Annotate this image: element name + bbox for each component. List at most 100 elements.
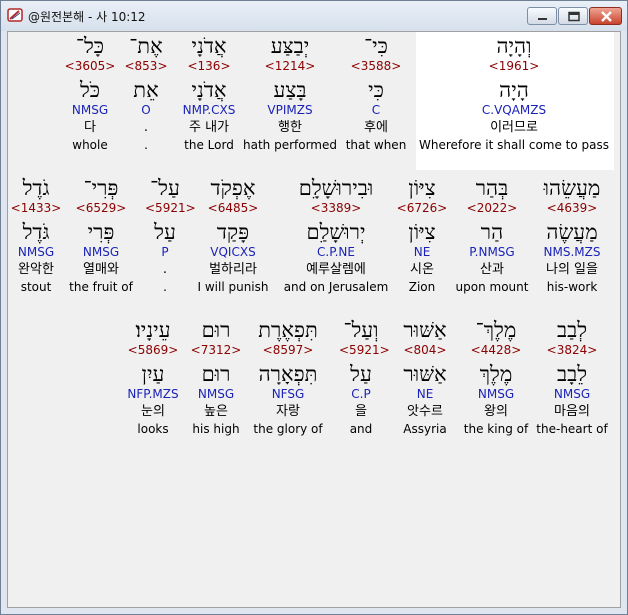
word-cell[interactable]: בְּהַר <2022> הַר P.NMSG 산과 upon mount	[455, 176, 529, 296]
lemma: רוּם	[201, 362, 231, 386]
strong-number: <136>	[187, 59, 231, 73]
interlinear-panel[interactable]: וְהָיָה <1961> הָיָה C.VQAMZS 이러므로 Wherefore …	[7, 31, 621, 608]
lemma: צִיּוֹן	[408, 220, 436, 244]
word-cell[interactable]: אֶת־ <853> אֵת O..	[124, 34, 168, 154]
english-gloss: Assyria	[403, 422, 447, 436]
morphology-code: NFP.MZS	[127, 387, 179, 401]
lemma: הָיָה	[499, 78, 529, 102]
word-cell[interactable]: וְהָיָה <1961> הָיָה C.VQAMZS 이러므로 Wherefore …	[416, 34, 612, 154]
word-cell[interactable]: רוּם <7312> רוּם NMSG 높은 his high	[187, 318, 245, 438]
english-gloss: his high	[192, 422, 240, 436]
lemma: תִּפְאָרָה	[258, 362, 318, 386]
morphology-code: C	[371, 103, 381, 117]
strong-number: <1433>	[10, 201, 62, 215]
strong-number: <7312>	[190, 343, 242, 357]
lemma: בָּצַע	[273, 78, 307, 102]
korean-gloss: 자랑	[276, 404, 300, 419]
hebrew-word: אַשּׁוּר	[403, 318, 447, 342]
hebrew-word: עֵינָיו׃	[135, 318, 171, 342]
korean-gloss: .	[162, 262, 168, 277]
word-cell[interactable]: כִּי־ <3588> כִּי C 후에 that when	[341, 34, 411, 154]
korean-gloss: 이러므로	[490, 120, 538, 135]
hebrew-word: לְבַב	[556, 318, 588, 342]
word-cell[interactable]: וְעַל־ <5921> עַל C.P 을 and	[339, 318, 390, 438]
word-cell[interactable]: גֹדֶל <1433> גֹּדֶל NMSG 완악한 stout	[9, 176, 63, 296]
strong-number: <3824>	[546, 343, 598, 357]
title-bar[interactable]: @원전본해 - 사 10:12	[1, 1, 627, 31]
lemma: עַיִן	[141, 362, 165, 386]
morphology-code: C.P.NE	[317, 245, 355, 259]
morphology-code: O	[141, 103, 151, 117]
english-gloss: upon mount	[455, 280, 529, 294]
morphology-code: NMSG	[82, 245, 120, 259]
word-cell[interactable]: תִּפְאֶרֶת <8597> תִּפְאָרָה NFSG 자랑 the glor…	[251, 318, 325, 438]
word-cell[interactable]: כָּל־ <3605> כֹּל NMSG 다 whole	[60, 34, 120, 154]
hebrew-word: עַל־	[150, 176, 180, 200]
korean-gloss: 후에	[364, 120, 388, 135]
word-cell[interactable]: עַל־ <5921> עַל P..	[145, 176, 196, 296]
morphology-code: NFSG	[271, 387, 305, 401]
hebrew-word: מֶלֶךְ־	[475, 318, 517, 342]
word-cell[interactable]: עֵינָיו׃ <5869> עַיִן NFP.MZS 눈의 looks	[120, 318, 186, 438]
lemma: כִּי	[368, 78, 384, 102]
hebrew-word: בְּהַר	[475, 176, 509, 200]
morphology-code: P	[161, 245, 169, 259]
hebrew-word: וְעַל־	[343, 318, 379, 342]
word-cell[interactable]: וּבִירוּשָׁלִָם <3389> יְרוּשָׁלִַם C.P.NE 예…	[281, 176, 391, 296]
close-button[interactable]	[589, 7, 622, 25]
hebrew-word: כָּל־	[75, 34, 105, 58]
hebrew-word: אֶפְקֹד	[210, 176, 256, 200]
lemma: גֹּדֶל	[22, 220, 50, 244]
word-cell[interactable]: יְבַצַּע <1214> בָּצַע VPIMZS 행한 hath perform…	[240, 34, 340, 154]
word-cell[interactable]: לְבַב <3824> לֵבָב NMSG 마음의 the-heart of	[534, 318, 610, 438]
word-cell[interactable]: אֲדֹנָי <136> אֲדֹנָי NMP.CXS 주 내가 the Lord	[169, 34, 249, 154]
korean-gloss: 벌하리라	[209, 262, 257, 277]
korean-gloss: 시온	[410, 262, 434, 277]
korean-gloss: 예루살렘에	[306, 262, 366, 277]
lemma: הַר	[480, 220, 504, 244]
english-gloss: the king of	[463, 422, 529, 436]
morphology-code: VPIMZS	[267, 103, 313, 117]
korean-gloss: 다	[84, 120, 96, 135]
maximize-button[interactable]	[558, 7, 588, 25]
app-window: @원전본해 - 사 10:12 וְהָיָה <1961> הָיָה C.VQAM…	[0, 0, 628, 615]
english-gloss: stout	[20, 280, 52, 294]
word-cell[interactable]: מֶלֶךְ־ <4428> מֶלֶךְ NMSG 왕의 the king of	[461, 318, 531, 438]
strong-number: <5921>	[339, 343, 390, 357]
morphology-code: C.P	[351, 387, 371, 401]
korean-gloss: 열매와	[83, 262, 119, 277]
hebrew-word: מַעֲשֵׂהוּ	[543, 176, 601, 200]
english-gloss: the Lord	[184, 138, 234, 152]
hebrew-word: פְּרִי־	[83, 176, 119, 200]
hebrew-word: רוּם	[201, 318, 231, 342]
korean-gloss: 행한	[278, 120, 302, 135]
korean-gloss: 나의 일을	[546, 262, 598, 277]
strong-number: <6529>	[75, 201, 127, 215]
english-gloss: the-heart of	[536, 422, 608, 436]
english-gloss: Zion	[408, 280, 436, 294]
word-cell[interactable]: צִיּוֹן <6726> צִיּוֹן NE 시온 Zion	[396, 176, 448, 296]
word-cell[interactable]: פְּרִי־ <6529> פְּרִי NMSG 열매와 the fruit of	[68, 176, 134, 296]
hebrew-word: וְהָיָה	[496, 34, 532, 58]
morphology-code: NMSG	[553, 387, 591, 401]
lemma: לֵבָב	[556, 362, 588, 386]
english-gloss: and	[349, 422, 373, 436]
korean-gloss: 산과	[480, 262, 504, 277]
strong-number: <4428>	[470, 343, 522, 357]
strong-number: <4639>	[546, 201, 598, 215]
strong-number: <3389>	[310, 201, 362, 215]
lemma: פָּקַד	[216, 220, 250, 244]
strong-number: <804>	[403, 343, 447, 357]
morphology-code: NMP.CXS	[182, 103, 236, 117]
korean-gloss: 앗수르	[407, 404, 443, 419]
english-gloss: looks	[137, 422, 169, 436]
word-cell[interactable]: אַשּׁוּר <804> אַשּׁוּר NE 앗수르 Assyria	[397, 318, 453, 438]
english-gloss: I will punish	[197, 280, 269, 294]
strong-number: <3588>	[350, 59, 402, 73]
bible-book-icon	[7, 8, 23, 22]
lemma: אֵת	[133, 78, 159, 102]
english-gloss: .	[163, 280, 167, 294]
minimize-button[interactable]	[527, 7, 557, 25]
word-cell[interactable]: אֶפְקֹד <6485> פָּקַד VQICXS 벌하리라 I will puni…	[190, 176, 276, 296]
word-cell[interactable]: מַעֲשֵׂהוּ <4639> מַעֲשֶׂה NMS.MZS 나의 일을 his-…	[534, 176, 610, 296]
